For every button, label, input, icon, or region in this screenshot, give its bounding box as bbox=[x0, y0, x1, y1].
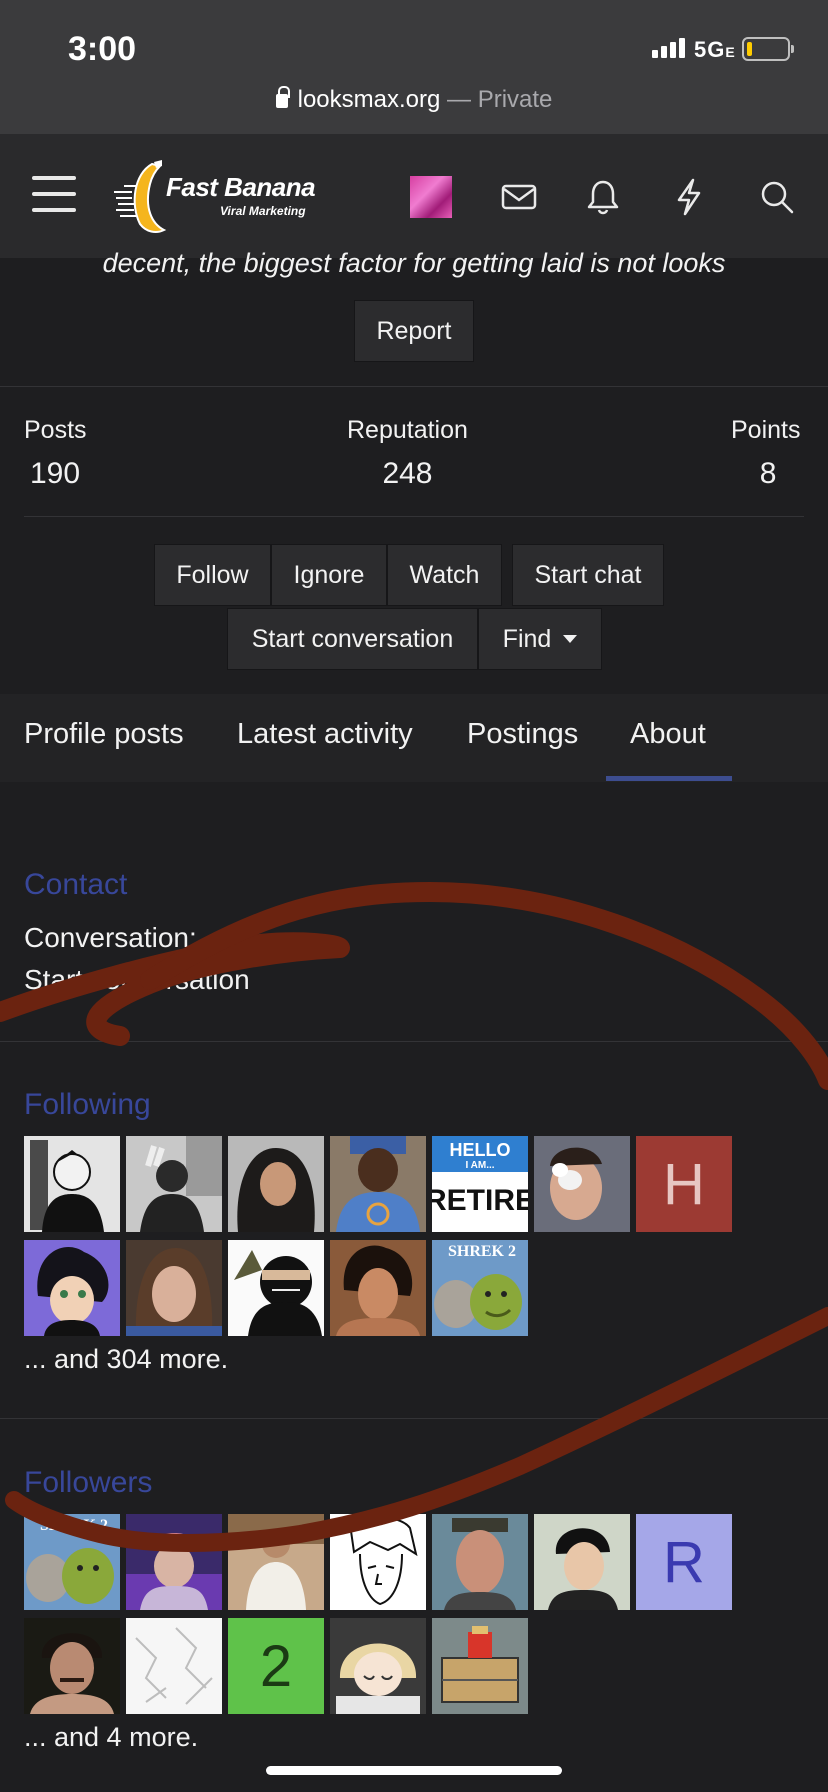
divider bbox=[0, 1041, 828, 1042]
followers-more-link[interactable]: ... and 4 more. bbox=[24, 1722, 198, 1753]
stat-points-value: 8 bbox=[759, 457, 777, 490]
start-chat-button[interactable]: Start chat bbox=[512, 544, 664, 606]
lock-icon bbox=[275, 86, 290, 108]
following-avatar[interactable] bbox=[228, 1240, 324, 1336]
bolt-icon[interactable] bbox=[668, 176, 710, 218]
follower-avatar[interactable] bbox=[330, 1618, 426, 1714]
search-icon[interactable] bbox=[756, 176, 798, 218]
follower-avatar[interactable] bbox=[126, 1514, 222, 1610]
private-label: Private bbox=[477, 86, 553, 113]
follower-avatar[interactable] bbox=[228, 1514, 324, 1610]
following-avatar-letter[interactable]: H bbox=[636, 1136, 732, 1232]
signal-icon bbox=[652, 38, 685, 58]
follower-avatar[interactable] bbox=[330, 1514, 426, 1610]
follower-avatar[interactable] bbox=[432, 1514, 528, 1610]
battery-icon bbox=[742, 37, 794, 61]
start-conversation-button[interactable]: Start conversation bbox=[227, 608, 478, 670]
stat-reputation-label: Reputation bbox=[347, 416, 468, 444]
svg-text:I AM...: I AM... bbox=[465, 1160, 494, 1171]
watch-button[interactable]: Watch bbox=[387, 544, 502, 606]
divider bbox=[24, 516, 804, 517]
url-domain: looksmax.org bbox=[297, 86, 441, 113]
mail-icon[interactable] bbox=[498, 176, 540, 218]
start-conversation-link[interactable]: Start conversation bbox=[24, 964, 250, 996]
follower-avatar[interactable] bbox=[24, 1618, 120, 1714]
user-avatar[interactable] bbox=[410, 176, 452, 218]
followers-heading[interactable]: Followers bbox=[24, 1466, 152, 1500]
following-avatar[interactable] bbox=[228, 1136, 324, 1232]
tab-about[interactable]: About bbox=[630, 718, 706, 751]
menu-icon[interactable] bbox=[32, 176, 76, 212]
url-bar[interactable]: looksmax.org — Private bbox=[0, 86, 828, 114]
divider bbox=[0, 1418, 828, 1419]
active-tab-indicator bbox=[606, 776, 732, 781]
stat-reputation[interactable]: Reputation 248 bbox=[347, 416, 468, 491]
browser-chrome: 3:00 5GE looksmax.org — Private bbox=[0, 0, 828, 134]
svg-text:SHREK 2: SHREK 2 bbox=[448, 1243, 516, 1260]
network-indicator: 5GE bbox=[694, 37, 736, 62]
following-more-link[interactable]: ... and 304 more. bbox=[24, 1344, 228, 1375]
stat-posts-value: 190 bbox=[30, 457, 81, 490]
profile-quote: decent, the biggest factor for getting l… bbox=[102, 248, 726, 278]
stat-points-label: Points bbox=[731, 416, 801, 444]
logo-title: Fast Banana bbox=[166, 172, 316, 202]
url-separator: — bbox=[440, 86, 478, 113]
tab-latest-activity[interactable]: Latest activity bbox=[237, 718, 413, 751]
svg-text:SHREK 2: SHREK 2 bbox=[40, 1517, 108, 1534]
ignore-button[interactable]: Ignore bbox=[271, 544, 387, 606]
following-avatar[interactable] bbox=[126, 1136, 222, 1232]
following-avatar[interactable] bbox=[330, 1240, 426, 1336]
following-avatar[interactable] bbox=[126, 1240, 222, 1336]
follower-avatar[interactable]: SHREK 2 bbox=[24, 1514, 120, 1610]
follower-avatar[interactable] bbox=[534, 1514, 630, 1610]
find-label: Find bbox=[502, 624, 552, 653]
site-header: Fast Banana Viral Marketing bbox=[0, 134, 828, 258]
following-heading[interactable]: Following bbox=[24, 1088, 151, 1122]
stat-posts-label: Posts bbox=[24, 416, 87, 444]
following-avatar[interactable] bbox=[24, 1136, 120, 1232]
contact-heading: Contact bbox=[24, 868, 128, 901]
stat-points: Points 8 bbox=[731, 416, 800, 491]
chevron-down-icon bbox=[563, 635, 578, 643]
following-avatar[interactable]: HELLO I AM... RETIRE bbox=[432, 1136, 528, 1232]
report-button[interactable]: Report bbox=[354, 300, 474, 362]
logo-subtitle: Viral Marketing bbox=[220, 204, 306, 218]
svg-text:RETIRE: RETIRE bbox=[432, 1184, 528, 1217]
site-logo[interactable]: Fast Banana Viral Marketing bbox=[112, 158, 322, 238]
svg-text:HELLO: HELLO bbox=[450, 1140, 511, 1160]
find-button[interactable]: Find bbox=[478, 608, 602, 670]
following-avatar[interactable]: SHREK 2 bbox=[432, 1240, 528, 1336]
following-avatar[interactable] bbox=[330, 1136, 426, 1232]
following-avatar[interactable] bbox=[534, 1136, 630, 1232]
follower-avatar[interactable] bbox=[432, 1618, 528, 1714]
follower-avatar-letter[interactable]: R bbox=[636, 1514, 732, 1610]
follower-avatar[interactable] bbox=[126, 1618, 222, 1714]
bell-icon[interactable] bbox=[582, 176, 624, 218]
profile-tabs: Profile posts Latest activity Postings A… bbox=[0, 694, 828, 782]
follower-avatar-letter[interactable]: 2 bbox=[228, 1618, 324, 1714]
tab-postings[interactable]: Postings bbox=[467, 718, 578, 751]
follow-button[interactable]: Follow bbox=[154, 544, 271, 606]
following-avatar[interactable] bbox=[24, 1240, 120, 1336]
home-indicator[interactable] bbox=[266, 1766, 562, 1775]
divider bbox=[0, 386, 828, 387]
status-time: 3:00 bbox=[68, 30, 137, 68]
tab-profile-posts[interactable]: Profile posts bbox=[24, 718, 184, 751]
stat-posts[interactable]: Posts 190 bbox=[24, 416, 87, 491]
stat-reputation-value: 248 bbox=[382, 457, 433, 490]
conversation-label: Conversation: bbox=[24, 922, 197, 953]
